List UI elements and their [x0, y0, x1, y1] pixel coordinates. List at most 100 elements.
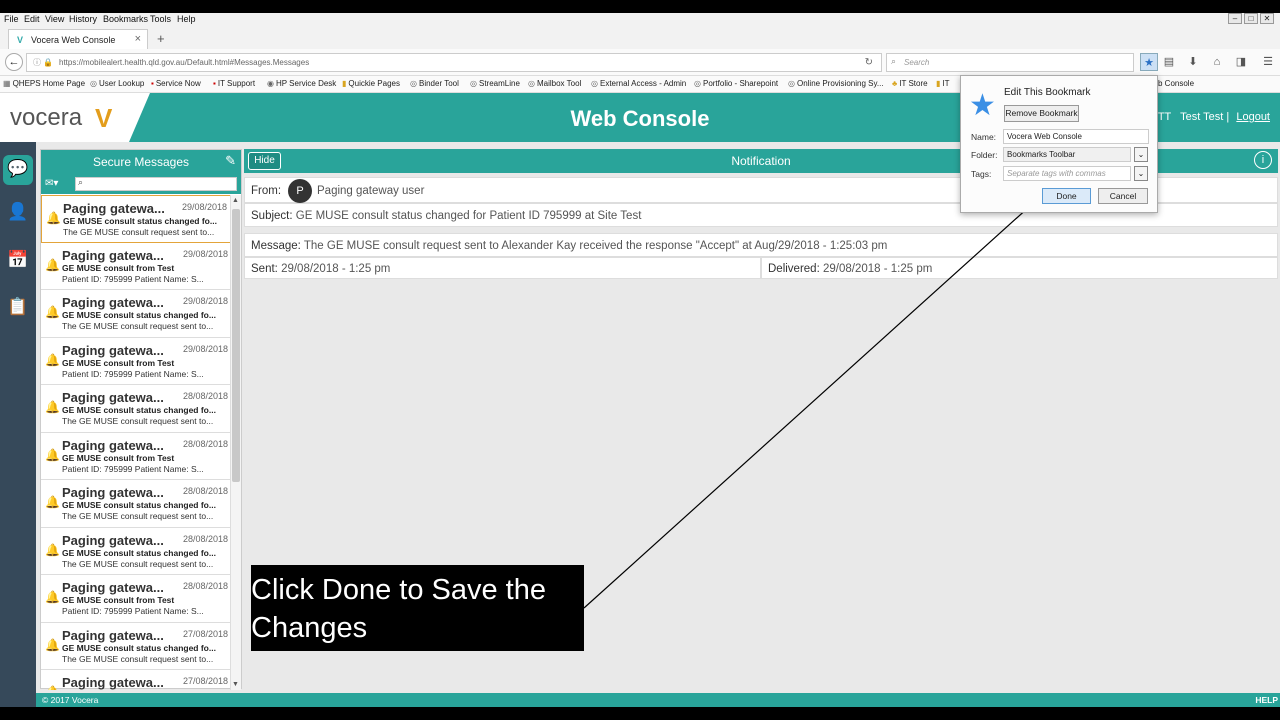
message-title: Paging gatewa... [62, 437, 164, 453]
maximize-icon[interactable]: □ [1244, 13, 1258, 24]
logout-link[interactable]: Logout [1236, 111, 1270, 123]
subject-label: Subject: [251, 210, 293, 222]
new-tab-icon[interactable]: + [157, 31, 165, 46]
scroll-up-icon[interactable]: ▲ [232, 197, 239, 204]
bookmark-star-icon[interactable]: ★ [1140, 53, 1158, 71]
list-item[interactable]: 🔔 Paging gatewa... 29/08/2018 GE MUSE consu… [41, 338, 231, 385]
menu-file[interactable]: File [4, 14, 19, 24]
menu-help[interactable]: Help [177, 14, 196, 24]
message-preview: Patient ID: 795999 Patient Name: S... [62, 273, 204, 284]
menu-history[interactable]: History [69, 14, 97, 24]
list-item[interactable]: 🔔 Paging gatewa... 29/08/2018 GE MUSE consu… [41, 195, 231, 243]
info-lock-icon[interactable]: ⓘ 🔒 [33, 57, 53, 68]
menu-view[interactable]: View [45, 14, 64, 24]
close-icon[interactable]: ✕ [1260, 13, 1274, 24]
bookmark-item[interactable]: ▦ QHEPS Home Page [3, 79, 85, 88]
bookmark-name-field[interactable]: Vocera Web Console [1003, 129, 1149, 144]
message-subject: GE MUSE consult status changed fo... [62, 642, 216, 653]
list-item[interactable]: 🔔 Paging gatewa... 27/08/2018 GE MUSE consu… [41, 623, 231, 670]
message-date: 27/08/2018 [182, 628, 228, 639]
cancel-button[interactable]: Cancel [1098, 188, 1148, 204]
bookmark-item[interactable]: ◎ Portfolio - Sharepoint [694, 79, 778, 88]
sent-row: Sent: 29/08/2018 - 1:25 pm [244, 257, 761, 279]
list-item[interactable]: 🔔 Paging gatewa... 28/08/2018 GE MUSE consu… [41, 528, 231, 575]
url-bar[interactable]: ⓘ 🔒 https://mobilealert.health.qld.gov.a… [26, 53, 882, 72]
bookmark-item[interactable]: ▪ Service Now [151, 79, 201, 88]
message-title: Paging gatewa... [62, 390, 164, 405]
chevron-down-icon[interactable]: ⌄ [1134, 166, 1148, 181]
bookmark-item[interactable]: ▮ Quickie Pages [342, 79, 400, 88]
search-input[interactable]: ⌕ Search [886, 53, 1134, 72]
message-search-input[interactable] [75, 177, 237, 191]
bookmark-item[interactable]: ◎ Mailbox Tool [528, 79, 581, 88]
message-list-panel: Secure Messages ✎ ✉▾ ⌕ 🔔 Paging gatewa...… [40, 149, 242, 690]
bell-icon: 🔔 [45, 542, 60, 557]
done-button[interactable]: Done [1042, 188, 1091, 204]
envelope-filter-icon[interactable]: ✉▾ [45, 178, 58, 189]
info-icon[interactable]: i [1254, 151, 1272, 169]
list-item[interactable]: 🔔 Paging gatewa... 29/08/2018 GE MUSE consu… [41, 243, 231, 290]
message-list: 🔔 Paging gatewa... 29/08/2018 GE MUSE consu… [41, 195, 231, 690]
message-title: Paging gatewa... [62, 247, 164, 263]
list-item[interactable]: 🔔Paging gatewa... 27/08/2018 [41, 670, 231, 690]
message-preview: Patient ID: 795999 Patient Name: S... [62, 463, 204, 474]
hide-button[interactable]: Hide [248, 152, 281, 170]
bookmark-item[interactable]: ♣ IT Store [892, 79, 928, 88]
bookmark-item[interactable]: b Console [1158, 79, 1194, 88]
bookmark-item[interactable]: ◎ Online Provisioning Sy... [788, 79, 884, 88]
bookmark-item[interactable]: ◎ External Access - Admin [591, 79, 686, 88]
tags-field[interactable]: Separate tags with commas [1003, 166, 1131, 181]
bell-icon: 🔔 [45, 305, 60, 319]
chevron-down-icon[interactable]: ⌄ [1134, 147, 1148, 162]
name-label: Name: [971, 132, 997, 142]
history-calendar-icon[interactable]: 📅 [7, 250, 29, 272]
sent-label: Sent: [251, 263, 278, 275]
bookmark-item[interactable]: ▪ IT Support [213, 79, 255, 88]
scrollbar[interactable]: ▲ ▼ [230, 195, 241, 690]
bookmark-item[interactable]: ▮ IT [936, 79, 950, 88]
help-link[interactable]: HELP [1255, 695, 1278, 705]
extension-icon[interactable]: ◨ [1232, 53, 1250, 71]
hamburger-menu-icon[interactable]: ☰ [1259, 53, 1277, 71]
list-item[interactable]: 🔔 Paging gatewa... 28/08/2018 GE MUSE consu… [41, 575, 231, 623]
messages-chat-icon[interactable]: 💬 [3, 155, 33, 185]
message-date: 29/08/2018 [181, 202, 227, 212]
folder-select[interactable]: Bookmarks Toolbar [1003, 147, 1131, 162]
tab-bar: V Vocera Web Console × + [0, 27, 1280, 49]
reading-list-icon[interactable]: ▤ [1160, 53, 1178, 71]
delivered-value: 29/08/2018 - 1:25 pm [822, 263, 933, 275]
reload-icon[interactable]: ↻ [865, 57, 873, 68]
bookmark-item[interactable]: ◎ User Lookup [90, 79, 144, 88]
list-item[interactable]: 🔔 Paging gatewa... 29/08/2018 GE MUSE consu… [41, 290, 231, 338]
menu-edit[interactable]: Edit [24, 14, 40, 24]
message-subject: GE MUSE consult status changed fo... [62, 405, 216, 415]
remove-bookmark-button[interactable]: Remove Bookmark [1004, 105, 1079, 122]
scroll-down-icon[interactable]: ▼ [232, 681, 239, 688]
menu-tools[interactable]: Tools [150, 14, 171, 24]
message-title: Paging gatewa... [62, 627, 164, 643]
tab-close-icon[interactable]: × [135, 33, 141, 45]
list-item[interactable]: 🔔 Paging gatewa... 28/08/2018 GE MUSE consu… [41, 433, 231, 480]
clipboard-icon[interactable]: 📋 [7, 297, 29, 319]
home-icon[interactable]: ⌂ [1208, 53, 1226, 71]
download-icon[interactable]: ⬇ [1184, 53, 1202, 71]
from-label: From: [251, 185, 282, 197]
contacts-icon[interactable]: 👤 [7, 202, 29, 224]
bell-icon: 🔔 [45, 495, 60, 509]
scroll-thumb[interactable] [232, 209, 240, 482]
bookmark-item[interactable]: ◉ HP Service Desk [267, 79, 336, 88]
app-sidebar: 💬 👤 📅 📋 [0, 142, 36, 707]
minimize-icon[interactable]: – [1228, 13, 1242, 24]
bookmark-item[interactable]: ◎ Binder Tool [410, 79, 459, 88]
bell-icon: 🔔 [46, 211, 61, 225]
list-item[interactable]: 🔔 Paging gatewa... 28/08/2018 GE MUSE consu… [41, 385, 231, 433]
list-item[interactable]: 🔔 Paging gatewa... 28/08/2018 GE MUSE consu… [41, 480, 231, 528]
back-arrow-icon[interactable]: ← [5, 53, 23, 71]
browser-tab[interactable]: V Vocera Web Console × [8, 29, 148, 49]
bookmark-item[interactable]: ◎ StreamLine [470, 79, 520, 88]
message-subject: GE MUSE consult from Test [62, 595, 175, 605]
bell-icon: 🔔 [45, 685, 60, 690]
compose-edit-icon[interactable]: ✎ [225, 153, 236, 169]
list-title: Secure Messages [92, 155, 190, 169]
menu-bookmarks[interactable]: Bookmarks [103, 14, 148, 24]
